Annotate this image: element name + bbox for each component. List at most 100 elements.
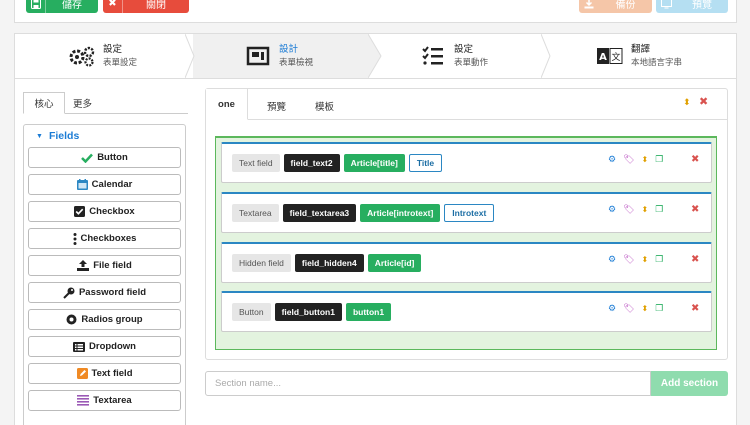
field-bind-badge: Article[title] xyxy=(343,154,405,172)
field-label-badge: Title xyxy=(408,154,443,172)
step-design[interactable]: 設計 表單檢視 xyxy=(243,34,313,78)
field-text[interactable]: Text field xyxy=(28,363,181,384)
gear-icon[interactable]: ⚙ xyxy=(608,154,616,165)
field-label: Calendar xyxy=(91,179,133,190)
field-dropdown[interactable]: Dropdown xyxy=(28,336,181,357)
save-button[interactable]: 儲存 xyxy=(26,0,98,13)
tab-core[interactable]: 核心 xyxy=(23,92,65,114)
delete-section-icon[interactable]: ✖ xyxy=(699,95,708,108)
check-icon xyxy=(81,153,94,163)
field-label: Textarea xyxy=(93,395,132,406)
field-row[interactable]: Button field_button1 button1 ⚙ 🏷 ⬍ ❐ ✖ xyxy=(221,291,712,332)
delete-field-icon[interactable]: ✖ xyxy=(691,303,699,314)
field-name-badge: field_textarea3 xyxy=(282,204,357,222)
vertical-dots-icon xyxy=(73,232,77,245)
copy-icon[interactable]: ❐ xyxy=(655,303,663,314)
wizard-steps: 設定 表單設定 設計 表單檢視 設定 表單動作 A文 翻譯 本地語言字串 xyxy=(15,34,736,79)
step-settings[interactable]: 設定 表單設定 xyxy=(67,34,137,78)
field-label: Password field xyxy=(78,287,147,298)
sort-icon[interactable]: ⬍ xyxy=(642,155,649,164)
tag-icon[interactable]: 🏷 xyxy=(623,303,634,314)
tab-one[interactable]: one xyxy=(206,89,248,120)
field-name-badge: field_button1 xyxy=(274,303,342,321)
preview-button[interactable]: 預覽 xyxy=(656,0,728,13)
field-file[interactable]: File field xyxy=(28,255,181,276)
copy-icon[interactable]: ❐ xyxy=(655,204,663,215)
save-label: 儲存 xyxy=(62,0,82,11)
caret-down-icon: ▼ xyxy=(36,132,43,140)
add-section-button[interactable]: Add section xyxy=(651,371,728,396)
field-button[interactable]: Button xyxy=(28,147,181,168)
field-checkboxes[interactable]: Checkboxes xyxy=(28,228,181,249)
field-label-badge: Introtext xyxy=(444,204,495,222)
field-label: Radios group xyxy=(81,314,143,325)
tab-preview[interactable]: 預覽 xyxy=(267,99,286,113)
backup-label: 備份 xyxy=(615,0,636,11)
field-row[interactable]: Textarea field_textarea3 Article[introte… xyxy=(221,192,712,233)
fields-panel: ▼ Fields Button Calendar Checkbox Checkb… xyxy=(23,124,186,425)
gear-icon[interactable]: ⚙ xyxy=(608,204,616,215)
field-bind-badge: button1 xyxy=(345,303,392,321)
field-type-badge: Textarea xyxy=(232,204,279,222)
delete-field-icon[interactable]: ✖ xyxy=(691,204,699,215)
fields-group-header[interactable]: ▼ Fields xyxy=(28,125,181,147)
delete-field-icon[interactable]: ✖ xyxy=(691,254,699,265)
fields-group-title: Fields xyxy=(48,130,80,142)
radio-icon xyxy=(66,314,77,325)
step-subtitle: 表單設定 xyxy=(103,57,138,67)
field-row[interactable]: Text field field_text2 Article[title] Ti… xyxy=(221,142,712,183)
sort-icon[interactable]: ⬍ xyxy=(642,304,649,313)
field-row[interactable]: Hidden field field_hidden4 Article[id] ⚙… xyxy=(221,242,712,283)
close-button[interactable]: ✖ 關閉 xyxy=(103,0,189,13)
step-actions[interactable]: 設定 表單動作 xyxy=(418,34,488,78)
key-icon xyxy=(63,287,75,299)
tab-more[interactable]: 更多 xyxy=(73,96,92,110)
add-section-bar: Add section xyxy=(205,371,728,396)
tag-icon[interactable]: 🏷 xyxy=(623,154,634,165)
monitor-icon xyxy=(656,0,676,13)
calendar-icon xyxy=(76,179,88,190)
step-subtitle: 表單檢視 xyxy=(279,57,314,67)
sort-icon[interactable]: ⬍ xyxy=(642,205,649,214)
delete-field-icon[interactable]: ✖ xyxy=(691,154,699,165)
section-dropzone[interactable]: Text field field_text2 Article[title] Ti… xyxy=(215,136,717,350)
field-calendar[interactable]: Calendar xyxy=(28,174,181,195)
gear-icon[interactable]: ⚙ xyxy=(608,303,616,314)
field-label: File field xyxy=(93,260,132,271)
field-type-badge: Button xyxy=(232,303,271,321)
sidebar-tabs: 核心 更多 xyxy=(23,92,188,114)
backup-button[interactable]: 備份 xyxy=(579,0,652,13)
step-title: 設定 xyxy=(454,44,474,55)
gears-icon xyxy=(67,44,97,68)
copy-icon[interactable]: ❐ xyxy=(655,254,663,265)
lines-icon xyxy=(77,395,90,406)
field-name-badge: field_hidden4 xyxy=(294,254,364,272)
field-type-badge: Text field xyxy=(232,154,280,172)
tag-icon[interactable]: 🏷 xyxy=(623,204,634,215)
field-checkbox[interactable]: Checkbox xyxy=(28,201,181,222)
gear-icon[interactable]: ⚙ xyxy=(608,254,616,265)
step-divider xyxy=(185,34,195,78)
sort-icon[interactable]: ⬍ xyxy=(683,97,691,108)
pencil-icon xyxy=(76,368,88,379)
translate-icon: A文 xyxy=(595,44,625,68)
copy-icon[interactable]: ❐ xyxy=(655,154,663,165)
sort-icon[interactable]: ⬍ xyxy=(642,255,649,264)
tag-icon[interactable]: 🏷 xyxy=(623,254,634,265)
step-divider xyxy=(541,34,551,78)
tab-template[interactable]: 模板 xyxy=(315,99,334,113)
download-icon xyxy=(579,0,599,13)
checkbox-icon xyxy=(74,206,86,217)
section-name-input[interactable] xyxy=(205,371,651,396)
field-password[interactable]: Password field xyxy=(28,282,181,303)
layout-icon xyxy=(243,44,273,68)
step-title: 設計 xyxy=(279,44,299,55)
field-textarea[interactable]: Textarea xyxy=(28,390,181,411)
close-label: 關閉 xyxy=(146,0,166,11)
list-icon xyxy=(73,341,86,352)
step-subtitle: 表單動作 xyxy=(454,57,489,67)
field-radios[interactable]: Radios group xyxy=(28,309,181,330)
upload-icon xyxy=(77,260,90,271)
step-title: 設定 xyxy=(103,44,123,55)
step-translate[interactable]: A文 翻譯 本地語言字串 xyxy=(595,34,682,78)
